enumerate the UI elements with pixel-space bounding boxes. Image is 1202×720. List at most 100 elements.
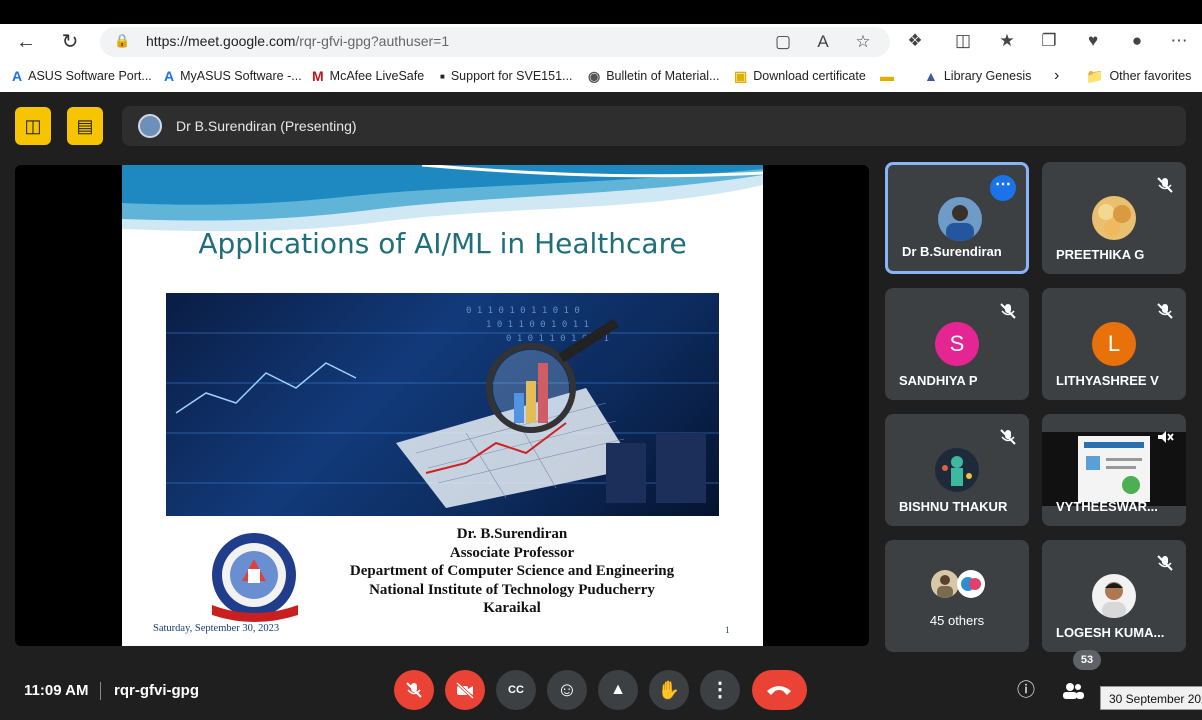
speaker-off-icon	[1158, 431, 1174, 443]
browser-chrome: ← ↻ 🔒 https://meet.google.com/rqr-gfvi-g…	[0, 24, 1202, 92]
url-text: https://meet.google.com/rqr-gfvi-gpg?aut…	[146, 33, 449, 49]
back-icon[interactable]: ←	[12, 28, 40, 56]
participant-tile[interactable]: S SANDHIYA P	[885, 288, 1029, 400]
participant-name: SANDHIYA P	[899, 373, 978, 388]
presenter-avatar	[138, 114, 162, 138]
mic-off-icon	[1000, 429, 1016, 445]
refresh-icon[interactable]: ↻	[56, 28, 84, 56]
meeting-details-button[interactable]: ⓘ	[1008, 672, 1044, 708]
asus-icon: A	[12, 68, 23, 84]
raise-hand-button[interactable]: ✋	[649, 670, 689, 710]
bookmark-label: Other favorites	[1109, 69, 1192, 83]
bookmark-item[interactable]: ◉ Bulletin of Material...	[588, 66, 719, 86]
bookmark-item[interactable]: M McAfee LiveSafe	[312, 66, 424, 86]
participant-name: LOGESH KUMA...	[1056, 625, 1165, 640]
current-time: 11:09 AM	[24, 682, 89, 699]
mic-off-icon	[406, 682, 422, 698]
data-analytics-image: 0 1 1 0 1 0 1 1 0 1 0 1 0 1 1 0 0 1 0 1 …	[166, 306, 719, 508]
mic-off-icon	[1000, 303, 1016, 319]
camera-toggle-button[interactable]	[445, 670, 485, 710]
split-screen-icon[interactable]: ◫	[950, 28, 976, 54]
address-bar[interactable]: 🔒 https://meet.google.com/rqr-gfvi-gpg?a…	[100, 27, 890, 57]
layout-button[interactable]: ▤	[67, 107, 103, 145]
other-favorites-folder[interactable]: 📁 Other favorites	[1086, 66, 1191, 86]
favorites-icon[interactable]: ★	[994, 28, 1020, 54]
bookmark-label: Bulletin of Material...	[606, 69, 720, 83]
author-department: Department of Computer Science and Engin…	[349, 563, 675, 579]
bookmark-shortcut-icon: ▬	[880, 68, 894, 84]
closed-captions-icon: CC	[508, 684, 524, 696]
url-path: /rqr-gfvi-gpg?authuser=1	[295, 33, 450, 49]
meeting-controls-bar: 11:09 AM rqr-gfvi-gpg CC ☺ ▲ ✋ ⋮ ⓘ 53 30…	[0, 650, 1202, 720]
read-aloud-icon[interactable]: A	[810, 29, 836, 55]
bookmarks-overflow-chevron-icon[interactable]: ›	[1054, 66, 1059, 86]
nit-puducherry-logo	[212, 533, 298, 622]
participant-name: Dr B.Surendiran	[902, 244, 1002, 259]
presenter-label: Dr B.Surendiran (Presenting)	[176, 118, 357, 134]
others-tile[interactable]: 45 others	[885, 540, 1029, 652]
participant-tile[interactable]: LOGESH KUMA...	[1042, 540, 1186, 652]
info-icon: ⓘ	[1017, 680, 1035, 700]
mic-off-icon	[1157, 555, 1173, 571]
bookmark-item[interactable]: ■ Support for SVE151...	[440, 66, 572, 86]
participant-tile[interactable]: ⋯ Dr B.Surendiran	[885, 162, 1029, 274]
mcafee-icon: M	[312, 68, 324, 84]
people-button[interactable]	[1055, 672, 1091, 708]
present-screen-icon: ▲	[610, 681, 626, 698]
participant-tile[interactable]: BISHNU THAKUR	[885, 414, 1029, 526]
more-options-button[interactable]: ⋮	[700, 670, 740, 710]
more-options-icon[interactable]: ⋯	[990, 175, 1016, 201]
participant-avatar-letter: L	[1092, 322, 1136, 366]
captions-button[interactable]: CC	[496, 670, 536, 710]
people-icon	[1063, 683, 1084, 699]
mic-toggle-button[interactable]	[394, 670, 434, 710]
globe-icon: ◉	[588, 67, 601, 84]
participant-name: LITHYASHREE V	[1056, 373, 1159, 388]
slide-author-block: Dr. B.Surendiran Associate Professor Dep…	[312, 525, 712, 618]
leave-call-button[interactable]	[752, 670, 807, 710]
author-location: Karaikal	[483, 600, 541, 616]
presenter-bar: Dr B.Surendiran (Presenting)	[122, 106, 1186, 146]
profile-icon[interactable]: ●	[1124, 28, 1150, 54]
extensions-icon[interactable]: ❖	[902, 28, 928, 54]
hide-presentation-button[interactable]: ◫	[15, 107, 51, 145]
camera-blocked-icon[interactable]: ▢	[770, 29, 796, 55]
lock-icon: 🔒	[114, 33, 131, 48]
bookmark-folder-icon[interactable]: ▬	[880, 66, 894, 86]
browser-essentials-icon[interactable]: ♥	[1080, 28, 1106, 54]
folder-icon: 📁	[1086, 67, 1104, 84]
bookmark-label: McAfee LiveSafe	[329, 69, 425, 83]
mic-off-icon	[1157, 303, 1173, 319]
reactions-button[interactable]: ☺	[547, 670, 587, 710]
bookmark-item[interactable]: ▲ Library Genesis	[924, 66, 1031, 86]
mic-off-icon	[1157, 177, 1173, 193]
others-count-label: 45 others	[929, 613, 985, 628]
shared-screen-thumbnail	[1078, 436, 1150, 502]
present-now-button[interactable]: ▲	[598, 670, 638, 710]
emoji-icon: ☺	[556, 679, 578, 701]
participant-tile[interactable]: L LITHYASHREE V	[1042, 288, 1186, 400]
participant-tile[interactable]: VYTHEESWAR...	[1042, 414, 1186, 526]
participant-tile[interactable]: PREETHIKA G	[1042, 162, 1186, 274]
bookmark-item[interactable]: A ASUS Software Port...	[12, 66, 152, 86]
hand-icon: ✋	[657, 680, 681, 700]
participant-photo	[938, 197, 982, 241]
meeting-code: rqr-gfvi-gpg	[114, 682, 199, 699]
bookmark-item[interactable]: A MyASUS Software -...	[164, 66, 302, 86]
bookmark-label: Support for SVE151...	[450, 69, 573, 83]
sony-icon: ■	[440, 71, 445, 81]
svg-text:1 0 1 1 0 0 1 0 1 1: 1 0 1 1 0 0 1 0 1 1	[486, 320, 589, 330]
bookmark-label: Download certificate	[753, 69, 866, 83]
bookmarks-bar: A ASUS Software Port... A MyASUS Software …	[0, 60, 1202, 90]
participant-photo	[957, 570, 985, 598]
divider	[100, 682, 101, 700]
favorite-star-icon[interactable]: ☆	[850, 29, 876, 55]
slide-date: Saturday, September 30, 2023	[153, 623, 280, 634]
author-title: Associate Professor	[449, 544, 575, 561]
bookmark-item[interactable]: ▣ Download certificate	[734, 66, 866, 86]
settings-more-icon[interactable]: ⋯	[1166, 28, 1192, 54]
bookmark-label: MyASUS Software -...	[180, 69, 302, 83]
people-count-badge: 53	[1073, 650, 1101, 670]
participant-avatar-letter: S	[935, 322, 979, 366]
collections-icon[interactable]: ❐	[1036, 28, 1062, 54]
